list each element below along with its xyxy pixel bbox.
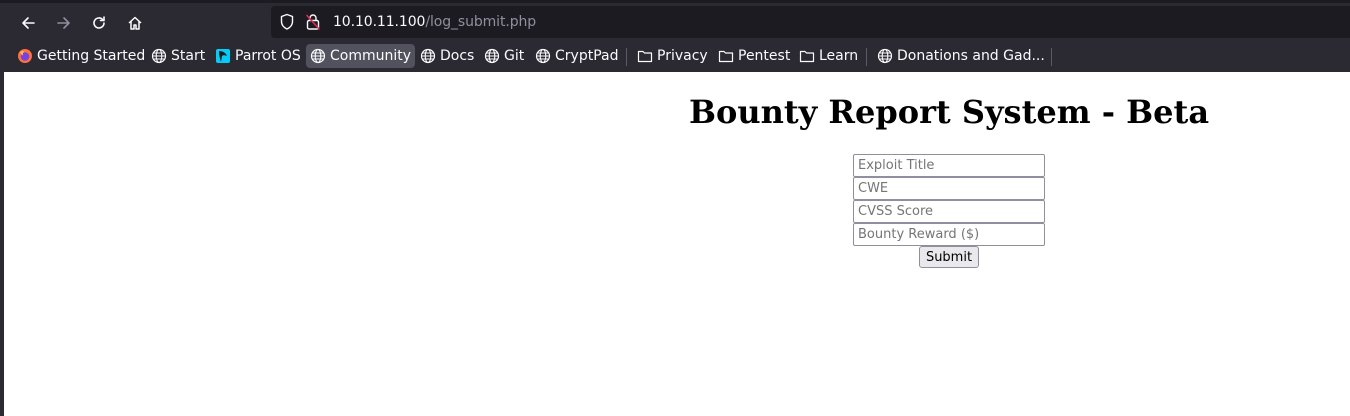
bookmark-separator: [866, 48, 867, 66]
bookmark-label: Pentest: [738, 48, 791, 64]
reload-icon: [93, 16, 105, 29]
bookmark-separator: [626, 48, 627, 66]
folder-icon: [718, 48, 734, 64]
bookmark-start[interactable]: Start: [147, 44, 209, 68]
bookmark-parrot-os[interactable]: Parrot OS: [211, 44, 305, 68]
forward-button[interactable]: [50, 9, 78, 37]
back-button[interactable]: [14, 9, 42, 37]
bookmark-label: Docs: [440, 48, 475, 64]
bookmark-folder-privacy[interactable]: Privacy: [633, 44, 712, 68]
url-path: /log_submit.php: [425, 14, 537, 30]
cwe-input[interactable]: [853, 177, 1045, 200]
firefox-icon: [17, 48, 33, 64]
bookmark-community[interactable]: Community: [306, 44, 416, 68]
folder-icon: [637, 48, 653, 64]
bookmark-label: Donations and Gad...: [897, 48, 1045, 64]
forward-arrow-icon: [57, 17, 70, 29]
url-text[interactable]: 10.10.11.100/log_submit.php: [333, 12, 536, 32]
shield-icon[interactable]: [279, 13, 295, 31]
globe-icon: [484, 48, 500, 64]
globe-icon: [420, 48, 436, 64]
bookmark-label: Privacy: [657, 48, 708, 64]
bookmark-label: Parrot OS: [235, 48, 301, 64]
bounty-reward-input[interactable]: [853, 223, 1045, 246]
globe-icon: [535, 48, 551, 64]
home-button[interactable]: [121, 9, 149, 37]
back-arrow-icon: [22, 17, 35, 29]
submit-button[interactable]: Submit: [919, 246, 979, 268]
bookmark-cryptpad[interactable]: CryptPad: [531, 44, 622, 68]
bookmark-label: Start: [171, 48, 206, 64]
window-top-edge: [0, 0, 1350, 3]
bounty-report-form: [853, 154, 1045, 246]
globe-icon: [310, 48, 326, 64]
bookmarks-toolbar: Getting Started Start Parrot OS Communit…: [0, 41, 1350, 71]
bookmark-folder-pentest[interactable]: Pentest: [714, 44, 794, 68]
bookmark-separator: [1051, 48, 1052, 66]
browser-chrome: 10.10.11.100/log_submit.php Getting Star…: [0, 0, 1350, 72]
bookmark-label: Getting Started: [37, 48, 146, 64]
bookmark-getting-started[interactable]: Getting Started: [13, 44, 149, 68]
exploit-title-input[interactable]: [853, 154, 1045, 177]
globe-icon: [877, 48, 893, 64]
url-host: 10.10.11.100: [333, 14, 426, 30]
insecure-lock-icon[interactable]: [305, 13, 321, 31]
bookmark-label: Learn: [819, 48, 859, 64]
globe-icon: [151, 48, 167, 64]
parrot-icon: [215, 48, 231, 64]
bookmark-folder-learn[interactable]: Learn: [795, 44, 862, 68]
bookmark-git[interactable]: Git: [480, 44, 528, 68]
bookmark-docs[interactable]: Docs: [416, 44, 478, 68]
page-title: Bounty Report System - Beta: [688, 93, 1210, 131]
folder-icon: [799, 48, 815, 64]
reload-button[interactable]: [85, 9, 113, 37]
bookmark-label: Community: [330, 48, 412, 64]
bookmark-label: CryptPad: [555, 48, 619, 64]
url-bar[interactable]: 10.10.11.100/log_submit.php: [271, 6, 1350, 38]
bookmark-donations[interactable]: Donations and Gad...: [873, 44, 1049, 68]
bookmark-label: Git: [504, 48, 525, 64]
home-icon: [128, 16, 142, 30]
cvss-score-input[interactable]: [853, 200, 1045, 223]
